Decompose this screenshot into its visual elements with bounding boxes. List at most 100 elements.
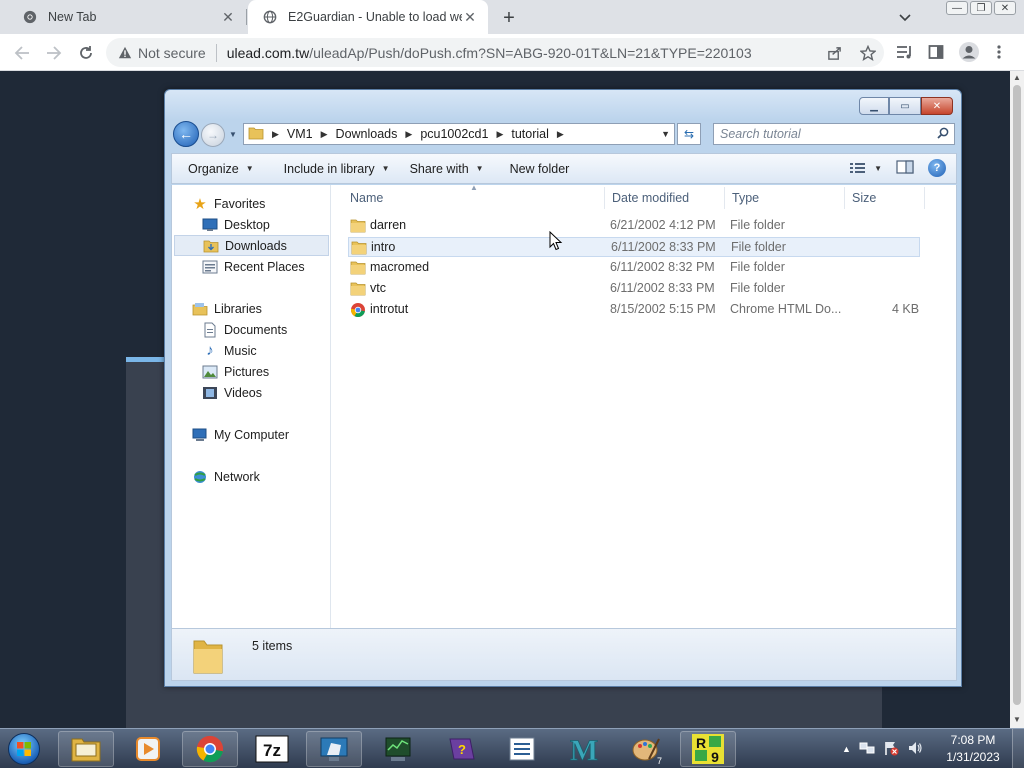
breadcrumb[interactable]: ▶ VM1 ▶ Downloads ▶ pcu1002cd1 ▶ tutoria… [243,123,675,145]
nav-label: Libraries [214,301,262,316]
file-row[interactable]: introtut 8/15/2002 5:15 PM Chrome HTML D… [348,300,920,320]
close-tab-icon[interactable]: ✕ [462,9,478,25]
tab-search-chevron-icon[interactable] [895,8,915,28]
minimize-icon[interactable]: ▁ [859,97,889,115]
clock-date: 1/31/2023 [946,750,1000,764]
page-scrollbar[interactable]: ▲ ▼ [1010,71,1024,728]
taskbar-media-player[interactable] [120,731,176,767]
film-icon [202,385,218,401]
view-options-icon[interactable]: ▼ [850,162,882,174]
explorer-titlebar[interactable]: ▁ ▭ ✕ [165,90,961,120]
column-divider[interactable] [844,187,845,209]
nav-videos[interactable]: Videos [172,382,262,403]
nav-libraries[interactable]: Libraries [172,298,262,319]
breadcrumb-separator-icon[interactable]: ▶ [272,129,279,140]
url-text[interactable]: ulead.com.tw/uleadAp/Push/doPush.cfm?SN=… [227,45,752,61]
taskbar-chrome[interactable] [182,731,238,767]
side-panel-icon[interactable] [928,41,944,63]
close-window-icon[interactable]: ✕ [994,1,1016,15]
column-divider[interactable] [604,187,605,209]
taskbar-hardware-app[interactable] [370,731,426,767]
preview-pane-icon[interactable] [896,159,914,177]
include-in-library-button[interactable]: Include in library ▼ [284,162,390,176]
breadcrumb-separator-icon[interactable]: ▶ [321,129,328,140]
network-icon [192,469,208,485]
tab-new-tab[interactable]: New Tab ✕ [8,0,246,34]
refresh-icon[interactable]: ⇆ [677,123,701,145]
breadcrumb-item[interactable]: Downloads [336,127,398,141]
column-header-size[interactable]: Size [852,185,876,211]
forward-arrow-icon[interactable] [42,41,66,65]
new-tab-button[interactable]: + [498,7,520,29]
file-row[interactable]: darren 6/21/2002 4:12 PM File folder [348,216,920,236]
taskbar-notepad[interactable] [494,731,550,767]
nav-documents[interactable]: Documents [172,319,287,340]
column-header-type[interactable]: Type [732,185,759,211]
maximize-icon[interactable]: ▭ [889,97,921,115]
taskbar-paint-app[interactable]: 7 [618,731,674,767]
reload-icon[interactable] [74,41,98,65]
nav-recent-places[interactable]: Recent Places [172,256,305,277]
nav-pictures[interactable]: Pictures [172,361,269,382]
history-dropdown-icon[interactable]: ▼ [229,130,237,139]
nav-music[interactable]: ♪ Music [172,340,256,361]
share-icon[interactable] [824,43,844,63]
close-icon[interactable]: ✕ [921,97,953,115]
forward-arrow-icon[interactable]: → [201,123,225,147]
volume-icon[interactable] [907,740,923,759]
search-input[interactable]: Search tutorial [713,123,955,145]
taskbar-7zip[interactable]: 7z [244,731,300,767]
breadcrumb-separator-icon[interactable]: ▶ [557,129,564,140]
taskbar-explorer[interactable] [58,731,114,767]
hardware-monitor-icon [385,737,411,761]
close-tab-icon[interactable]: ✕ [220,9,236,25]
minimize-icon[interactable]: — [946,1,968,15]
show-hidden-icons[interactable]: ▲ [842,744,851,754]
taskbar-r9-app[interactable]: R9 [680,731,736,767]
taskbar-app-monitor[interactable] [306,731,362,767]
breadcrumb-item[interactable]: pcu1002cd1 [420,127,488,141]
breadcrumb-separator-icon[interactable]: ▶ [496,129,503,140]
start-button[interactable] [3,730,45,768]
profile-avatar-icon[interactable] [958,41,980,63]
column-header-name[interactable]: Name [350,185,383,211]
media-control-icon[interactable] [896,41,914,63]
share-with-button[interactable]: Share with ▼ [410,162,484,176]
scroll-up-icon[interactable]: ▲ [1012,73,1022,83]
column-divider[interactable] [924,187,925,209]
network-tray-icon[interactable] [859,741,875,758]
breadcrumb-item[interactable]: VM1 [287,127,313,141]
security-indicator[interactable]: Not secure [118,45,206,61]
nav-favorites[interactable]: ★ Favorites [172,193,265,214]
column-header-date[interactable]: Date modified [612,185,689,211]
nav-desktop[interactable]: Desktop [172,214,270,235]
search-icon[interactable] [937,127,949,142]
system-clock[interactable]: 7:08 PM 1/31/2023 [940,732,1006,766]
breadcrumb-item[interactable]: tutorial [511,127,549,141]
back-arrow-icon[interactable] [10,41,34,65]
nav-downloads[interactable]: Downloads [174,235,329,256]
scroll-down-icon[interactable]: ▼ [1012,715,1022,725]
file-row[interactable]: macromed 6/11/2002 8:32 PM File folder [348,258,920,278]
restore-icon[interactable]: ❐ [970,1,992,15]
file-row[interactable]: intro 6/11/2002 8:33 PM File folder [348,237,920,257]
taskbar-help-book[interactable]: ? [432,731,488,767]
organize-button[interactable]: Organize ▼ [188,162,254,176]
file-row[interactable]: vtc 6/11/2002 8:33 PM File folder [348,279,920,299]
scrollbar-thumb[interactable] [1013,85,1021,705]
new-folder-button[interactable]: New folder [510,162,570,176]
bookmark-star-icon[interactable] [858,43,878,63]
taskbar-m-app[interactable]: M [556,731,612,767]
column-divider[interactable] [724,187,725,209]
action-center-flag-icon[interactable] [883,740,899,759]
address-bar[interactable]: Not secure ulead.com.tw/uleadAp/Push/doP… [106,38,884,67]
address-dropdown-icon[interactable]: ▼ [661,129,670,139]
help-icon[interactable]: ? [928,159,946,177]
nav-my-computer[interactable]: My Computer [172,424,289,445]
tab-e2guardian[interactable]: E2Guardian - Unable to load wel ✕ [248,0,488,34]
kebab-menu-icon[interactable] [996,41,1002,63]
back-arrow-icon[interactable]: ← [173,121,199,147]
breadcrumb-separator-icon[interactable]: ▶ [405,129,412,140]
nav-network[interactable]: Network [172,466,260,487]
show-desktop-button[interactable] [1012,729,1024,768]
